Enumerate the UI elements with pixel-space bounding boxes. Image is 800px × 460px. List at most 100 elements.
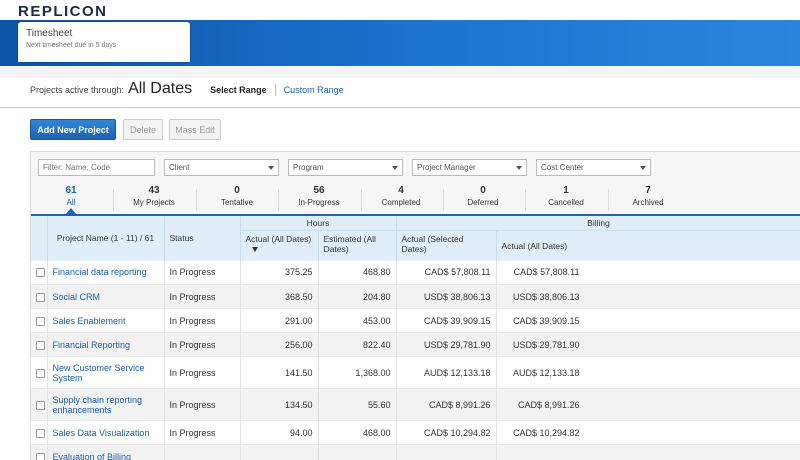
tab-deferred[interactable]: 0 Deferred — [447, 185, 519, 207]
mass-edit-button[interactable]: Mass Edit — [169, 119, 221, 140]
estimated-hours-cell: 468.00 — [318, 420, 397, 445]
delete-button[interactable]: Delete — [123, 119, 163, 140]
actual-all-billing-header[interactable]: Actual (All Dates) — [496, 230, 800, 261]
billing-all-cell: USD$ 29,781.90 — [496, 332, 800, 357]
tab-count: 4 — [398, 185, 404, 196]
tab-divider — [196, 189, 197, 211]
row-checkbox[interactable] — [36, 452, 45, 460]
row-select[interactable] — [31, 388, 48, 421]
billing-all-cell — [496, 444, 800, 460]
table-row: Evaluation of Billing — [31, 444, 800, 460]
project-link[interactable]: Evaluation of Billing — [47, 444, 165, 460]
row-select[interactable] — [31, 308, 48, 333]
tab-count: 56 — [313, 185, 325, 196]
status-header[interactable]: Status — [164, 216, 241, 261]
estimated-hours-header[interactable]: Estimated (All Dates) — [318, 230, 397, 261]
table-row: Financial data reporting In Progress 375… — [31, 260, 800, 285]
row-checkbox[interactable] — [36, 340, 45, 350]
cost-center-dropdown[interactable]: Cost Center — [536, 159, 651, 176]
replicon-logo[interactable]: REPLICON — [18, 3, 108, 20]
chevron-down-icon — [516, 165, 522, 170]
date-range-row: Projects active through: All Dates Selec… — [30, 80, 344, 100]
project-name-header[interactable]: Project Name (1 - 11) / 61 — [47, 216, 165, 261]
tab-divider — [608, 189, 609, 211]
cost-center-dropdown-label: Cost Center — [541, 163, 584, 172]
row-checkbox[interactable] — [36, 316, 45, 326]
project-count-label: (1 - 11) / 61 — [110, 233, 155, 244]
status-cell: In Progress — [164, 420, 241, 445]
billing-selected-cell: CAD$ 8,991.26 — [396, 388, 497, 421]
program-dropdown-label: Program — [293, 163, 324, 172]
row-select[interactable] — [31, 420, 48, 445]
actual-selected-billing-header[interactable]: Actual (Selected Dates) — [396, 230, 497, 261]
tab-count: 0 — [234, 185, 240, 196]
row-select[interactable] — [31, 356, 48, 389]
project-link[interactable]: Financial data reporting — [47, 260, 165, 285]
project-link[interactable]: Social CRM — [47, 284, 165, 309]
row-select[interactable] — [31, 284, 48, 309]
tab-tentative[interactable]: 0 Tentative — [201, 185, 273, 207]
tab-all[interactable]: 61 All — [47, 185, 95, 207]
tab-cancelled[interactable]: 1 Cancelled — [530, 185, 602, 207]
billing-selected-cell: CAD$ 39,909.15 — [396, 308, 497, 333]
status-tabs: 61 All 43 My Projects 0 Tentative 56 In-… — [31, 185, 800, 213]
search-input-wrap[interactable] — [38, 159, 155, 176]
search-input[interactable] — [43, 163, 150, 172]
tab-divider — [361, 189, 362, 211]
estimated-hours-cell: 453.00 — [318, 308, 397, 333]
tab-count: 7 — [645, 185, 651, 196]
row-checkbox[interactable] — [36, 400, 45, 410]
program-dropdown[interactable]: Program — [288, 159, 403, 176]
select-column-header — [31, 216, 48, 261]
custom-range-link[interactable]: Custom Range — [284, 85, 344, 95]
row-checkbox[interactable] — [36, 268, 45, 278]
filter-bar: Client Program Project Manager Cost Cent… — [38, 159, 660, 176]
row-select[interactable] — [31, 332, 48, 357]
tab-completed[interactable]: 4 Completed — [365, 185, 437, 207]
row-select[interactable] — [31, 444, 48, 460]
timesheet-tab[interactable]: Timesheet Next timesheet due in 5 days — [18, 22, 190, 62]
status-cell: In Progress — [164, 388, 241, 421]
select-range-link[interactable]: Select Range — [210, 85, 267, 95]
estimated-hours-cell: 822.40 — [318, 332, 397, 357]
billing-selected-cell: CAD$ 10,294.82 — [396, 420, 497, 445]
project-link[interactable]: Sales Data Visualization — [47, 420, 165, 445]
tab-archived[interactable]: 7 Archived — [612, 185, 684, 207]
project-link[interactable]: New Customer Service System — [47, 356, 165, 389]
status-cell: In Progress — [164, 332, 241, 357]
row-checkbox[interactable] — [36, 368, 45, 378]
status-cell — [164, 444, 241, 460]
project-link[interactable]: Financial Reporting — [47, 332, 165, 357]
estimated-hours-cell: 1,368.00 — [318, 356, 397, 389]
row-select[interactable] — [31, 260, 48, 285]
row-checkbox[interactable] — [36, 428, 45, 438]
billing-all-value: CAD$ 39,909.15 — [512, 315, 580, 326]
tab-count: 0 — [480, 185, 486, 196]
header-band — [0, 66, 800, 78]
tab-my-projects[interactable]: 43 My Projects — [119, 185, 189, 207]
project-manager-dropdown[interactable]: Project Manager — [412, 159, 527, 176]
tab-in-progress[interactable]: 56 In-Progress — [283, 185, 355, 207]
billing-all-cell: CAD$ 8,991.26 — [496, 388, 800, 421]
tab-label: Completed — [381, 198, 421, 207]
billing-selected-cell: USD$ 38,806.13 — [396, 284, 497, 309]
projects-panel: Client Program Project Manager Cost Cent… — [30, 151, 800, 460]
table-row: New Customer Service System In Progress … — [31, 356, 800, 389]
estimated-hours-cell: 55.60 — [318, 388, 397, 421]
project-link[interactable]: Supply chain reporting enhancements — [47, 388, 165, 421]
billing-all-value: CAD$ 8,991.26 — [517, 399, 580, 410]
project-link[interactable]: Sales Enablement — [47, 308, 165, 333]
add-new-project-button[interactable]: Add New Project — [30, 119, 116, 140]
client-dropdown[interactable]: Client — [164, 159, 279, 176]
actual-hours-header[interactable]: Actual (All Dates) — [240, 230, 319, 261]
timesheet-tab-subtitle: Next timesheet due in 5 days — [26, 42, 117, 49]
row-checkbox[interactable] — [36, 292, 45, 302]
tab-label: My Projects — [133, 198, 175, 207]
timesheet-tab-title: Timesheet — [26, 28, 73, 39]
billing-all-cell: USD$ 38,806.13 — [496, 284, 800, 309]
billing-selected-cell: USD$ 29,781.90 — [396, 332, 497, 357]
tab-label: All — [66, 198, 76, 207]
billing-selected-cell: CAD$ 57,808.11 — [396, 260, 497, 285]
divider — [0, 107, 800, 108]
project-manager-dropdown-label: Project Manager — [417, 163, 476, 172]
